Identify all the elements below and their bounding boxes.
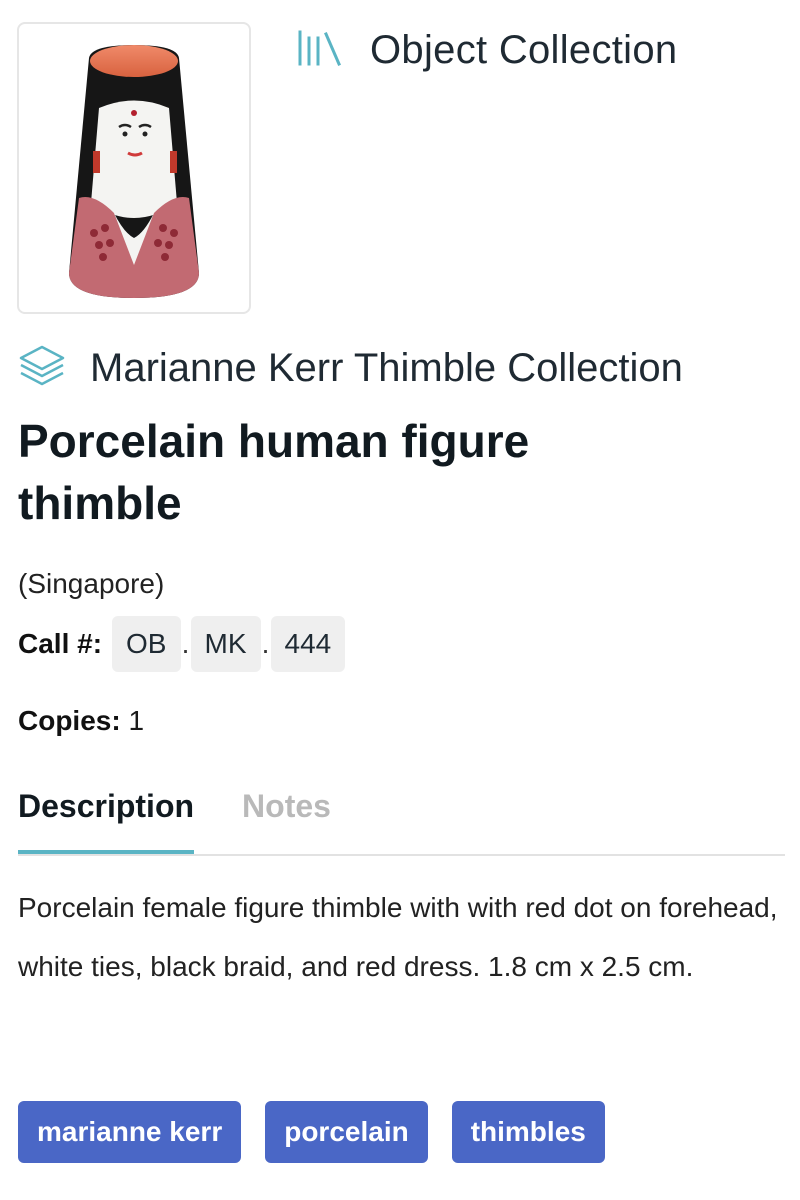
call-number-separator: . [181, 628, 190, 659]
item-title: Porcelain human figure thimble [18, 415, 530, 529]
detail-tabs: Description Notes [18, 780, 785, 856]
layers-icon [18, 344, 66, 393]
call-number-part: MK [190, 616, 261, 672]
call-number: Call #: OB . MK . 444 [18, 616, 346, 672]
item-thumbnail[interactable] [17, 22, 251, 314]
tab-description[interactable]: Description [18, 780, 195, 854]
call-number-separator: . [261, 628, 270, 659]
thimble-image [69, 45, 199, 298]
tag-list: marianne kerr porcelain thimbles [18, 1101, 605, 1163]
call-number-part: 444 [270, 616, 346, 672]
subcollection-label: Marianne Kerr Thimble Collection [90, 346, 683, 390]
copies-label: Copies: [18, 705, 121, 736]
copies-info: Copies: 1 [18, 705, 144, 737]
tag-marianne-kerr[interactable]: marianne kerr [18, 1101, 242, 1163]
item-origin: (Singapore) [18, 568, 165, 599]
call-number-part: OB [112, 616, 181, 672]
collection-type-link[interactable]: Object Collection [296, 28, 677, 73]
library-books-icon [296, 28, 342, 73]
tag-porcelain[interactable]: porcelain [265, 1101, 428, 1163]
collection-type-label: Object Collection [370, 28, 678, 72]
tab-notes[interactable]: Notes [242, 780, 331, 844]
subcollection-link[interactable]: Marianne Kerr Thimble Collection [18, 344, 683, 393]
description-text: Porcelain female figure thimble with wit… [18, 892, 778, 982]
call-number-label: Call #: [18, 628, 103, 659]
tag-thimbles[interactable]: thimbles [451, 1101, 605, 1163]
copies-value: 1 [128, 705, 145, 736]
